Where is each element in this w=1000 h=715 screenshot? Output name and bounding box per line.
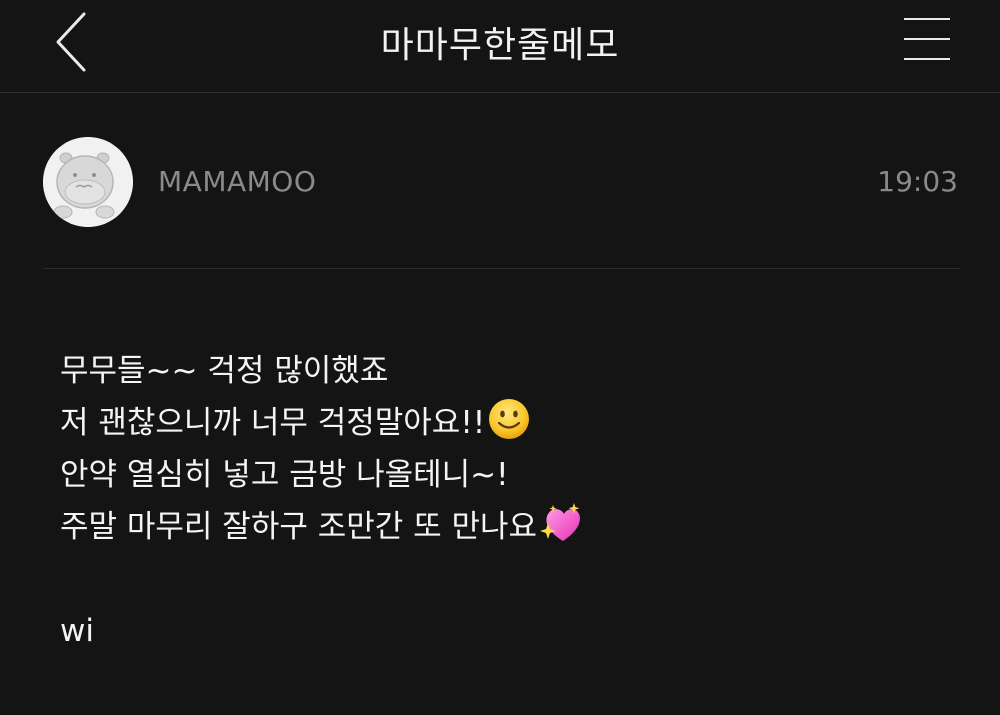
memo-line: 주말 마무리 잘하구 조만간 또 만나요 — [60, 501, 960, 553]
page-title: 마마무한줄메모 — [380, 25, 620, 66]
memo-line-text: 안약 열심히 넣고 금방 나올테니~! — [60, 457, 509, 493]
memo-line: 무무들~~ 걱정 많이했죠 — [60, 345, 960, 397]
memo-body: 무무들~~ 걱정 많이했죠 저 괜찮으니까 너무 걱정말아요!! 안약 열심히 … — [60, 345, 960, 657]
memo-line: 저 괜찮으니까 너무 걱정말아요!! — [60, 397, 960, 449]
sparkling-heart-icon — [539, 501, 583, 545]
memo-line-text: 주말 마무리 잘하구 조만간 또 만나요 — [60, 509, 538, 545]
memo-line-text: 무무들~~ 걱정 많이했죠 — [60, 353, 389, 389]
memo-line-text: 저 괜찮으니까 너무 걱정말아요!! — [60, 405, 486, 441]
hippo-avatar-icon — [43, 137, 133, 227]
post-header: MAMAMOO 19:03 — [0, 93, 1000, 269]
avatar[interactable] — [43, 137, 133, 227]
menu-button[interactable] — [904, 18, 952, 62]
divider — [43, 268, 960, 269]
author-name[interactable]: MAMAMOO — [158, 165, 316, 198]
memo-line: 안약 열심히 넣고 금방 나올테니~! — [60, 449, 960, 501]
slightly-smiling-face-icon — [487, 397, 531, 441]
top-nav-bar: 마마무한줄메모 — [0, 0, 1000, 93]
memo-signature: wi — [60, 613, 94, 649]
post-time: 19:03 — [877, 165, 958, 198]
